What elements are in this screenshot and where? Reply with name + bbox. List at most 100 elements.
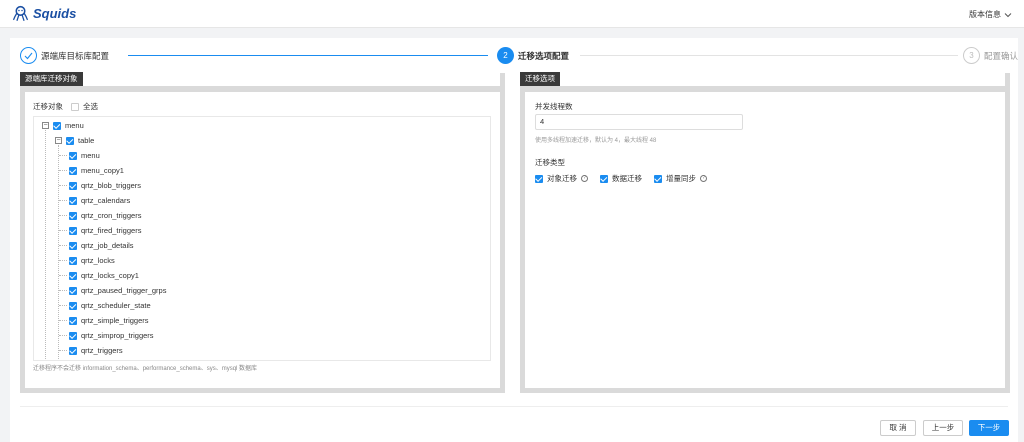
select-all-checkbox[interactable]	[71, 102, 79, 111]
tree-guide-branch	[59, 215, 67, 216]
tree-node-table[interactable]: qrtz_calendars	[69, 196, 130, 205]
step-3-circle: 3	[963, 47, 980, 64]
object-tree[interactable]: − menu − table menu menu_copy1 qrtz_blob_t…	[33, 116, 491, 361]
tree-node-table[interactable]: menu_copy1	[69, 166, 124, 175]
tree-label-table[interactable]: qrtz_locks	[81, 256, 115, 265]
source-objects-title: 源端库迁移对象	[20, 72, 83, 86]
tree-node-table[interactable]: qrtz_locks	[69, 256, 115, 265]
question-circle-icon[interactable]: ?	[700, 175, 707, 182]
prev-step-button[interactable]: 上一步	[923, 420, 963, 436]
threads-label: 并发线程数	[535, 102, 573, 111]
minus-square-icon[interactable]: −	[55, 137, 62, 144]
tree-label-table[interactable]: qrtz_paused_trigger_grps	[81, 286, 166, 295]
tree-label-table[interactable]: qrtz_calendars	[81, 196, 130, 205]
type-checkbox-object[interactable]	[535, 174, 543, 183]
tree-guide-root	[45, 130, 46, 360]
tree-label-table[interactable]: qrtz_simprop_triggers	[81, 331, 154, 340]
cancel-button[interactable]: 取 消	[880, 420, 916, 436]
threads-input[interactable]: 4	[535, 114, 743, 130]
tree-label-table[interactable]: qrtz_cron_triggers	[81, 211, 141, 220]
tree-node-table[interactable]: qrtz_simple_triggers	[69, 316, 149, 325]
tree-node-table[interactable]: qrtz_job_details	[69, 241, 134, 250]
footer-divider	[20, 406, 1008, 407]
step-1-label: 源端库目标库配置	[41, 50, 110, 61]
tree-checkbox-table[interactable]	[69, 226, 77, 235]
tree-checkbox-table[interactable]	[69, 346, 77, 355]
tree-guide-branch	[59, 350, 67, 351]
tree-label-table[interactable]: qrtz_blob_triggers	[81, 181, 141, 190]
tree-node-table[interactable]: qrtz_scheduler_state	[69, 301, 151, 310]
tree-label-table[interactable]: qrtz_simple_triggers	[81, 316, 149, 325]
tree-label-table[interactable]: menu_copy1	[81, 166, 124, 175]
type-option-incremental[interactable]: 增量同步 ?	[654, 173, 707, 184]
tree-checkbox-table[interactable]	[69, 241, 77, 250]
migration-options-body: 并发线程数 4 使用多线程加速迁移，默认为 4，最大线程 48 迁移类型 对象迁…	[535, 101, 995, 183]
tree-guide-branch	[59, 230, 67, 231]
tree-guide-branch	[59, 290, 67, 291]
type-checkbox-incremental[interactable]	[654, 174, 662, 183]
tree-node-table[interactable]: qrtz_fired_triggers	[69, 226, 141, 235]
tree-checkbox-table[interactable]	[69, 196, 77, 205]
step-indicator: 源端库目标库配置 2 迁移选项配置 3 配置确认	[20, 47, 1018, 65]
tree-guide-branch	[59, 155, 67, 156]
tree-label-table[interactable]: qrtz_job_details	[81, 241, 134, 250]
tree-checkbox-table[interactable]	[69, 301, 77, 310]
type-option-object[interactable]: 对象迁移 ?	[535, 173, 588, 184]
object-label: 迁移对象	[33, 102, 63, 111]
tree-checkbox-table[interactable]	[69, 316, 77, 325]
question-circle-icon[interactable]: ?	[581, 175, 588, 182]
step-connector-1	[128, 55, 488, 56]
tree-checkbox-table[interactable]	[69, 211, 77, 220]
minus-square-icon[interactable]: −	[42, 122, 49, 129]
tree-guide-branch	[59, 275, 67, 276]
tree-node-table-group[interactable]: − table	[55, 136, 94, 145]
next-step-button[interactable]: 下一步	[969, 420, 1009, 436]
tree-node-table[interactable]: qrtz_paused_trigger_grps	[69, 286, 166, 295]
version-menu[interactable]: 版本信息	[969, 9, 1012, 20]
tree-guide-branch	[59, 305, 67, 306]
tree-checkbox-table-group[interactable]	[66, 136, 74, 145]
tree-checkbox-root[interactable]	[53, 121, 61, 130]
tree-label-table[interactable]: qrtz_triggers	[81, 346, 123, 355]
tree-checkbox-table[interactable]	[69, 181, 77, 190]
tree-guide-branch	[59, 185, 67, 186]
type-option-data[interactable]: 数据迁移	[600, 173, 642, 184]
app-logo[interactable]: Squids	[12, 5, 76, 22]
tree-node-table[interactable]: qrtz_blob_triggers	[69, 181, 141, 190]
tree-node-table[interactable]: menu	[69, 151, 100, 160]
tree-checkbox-table[interactable]	[69, 271, 77, 280]
tree-node-table[interactable]: qrtz_simprop_triggers	[69, 331, 154, 340]
tree-label-root[interactable]: menu	[65, 121, 84, 130]
app-name: Squids	[33, 6, 77, 21]
tree-guide-branch	[59, 245, 67, 246]
migration-options-title: 迁移选项	[520, 72, 560, 86]
tree-checkbox-table[interactable]	[69, 286, 77, 295]
tree-checkbox-table[interactable]	[69, 151, 77, 160]
tree-label-table[interactable]: qrtz_fired_triggers	[81, 226, 141, 235]
tree-label-table-group[interactable]: table	[78, 136, 94, 145]
type-label-object[interactable]: 对象迁移	[547, 173, 577, 184]
type-label-incremental[interactable]: 增量同步	[666, 173, 696, 184]
tree-node-table[interactable]: qrtz_triggers	[69, 346, 123, 355]
step-3: 3 配置确认	[963, 47, 1018, 64]
migration-type-options: 对象迁移 ? 数据迁移 增量同步 ?	[535, 173, 707, 184]
tree-label-table[interactable]: qrtz_locks_copy1	[81, 271, 139, 280]
type-checkbox-data[interactable]	[600, 174, 608, 183]
tree-checkbox-table[interactable]	[69, 166, 77, 175]
tree-checkbox-table[interactable]	[69, 331, 77, 340]
tree-checkbox-table[interactable]	[69, 256, 77, 265]
tree-guide-branch	[59, 335, 67, 336]
select-all-label[interactable]: 全选	[83, 101, 98, 112]
tree-guide-branch	[59, 320, 67, 321]
select-all-row: 迁移对象 全选	[33, 101, 492, 112]
step-3-label: 配置确认	[984, 50, 1019, 61]
threads-hint: 使用多线程加速迁移，默认为 4，最大线程 48	[535, 138, 657, 144]
step-2-circle: 2	[497, 47, 514, 64]
type-label-data[interactable]: 数据迁移	[612, 173, 642, 184]
tree-label-table[interactable]: qrtz_scheduler_state	[81, 301, 151, 310]
tree-node-root[interactable]: − menu	[42, 121, 84, 130]
tree-node-table[interactable]: qrtz_cron_triggers	[69, 211, 141, 220]
tree-label-table[interactable]: menu	[81, 151, 100, 160]
tree-node-table[interactable]: qrtz_locks_copy1	[69, 271, 139, 280]
step-connector-2	[580, 55, 958, 56]
